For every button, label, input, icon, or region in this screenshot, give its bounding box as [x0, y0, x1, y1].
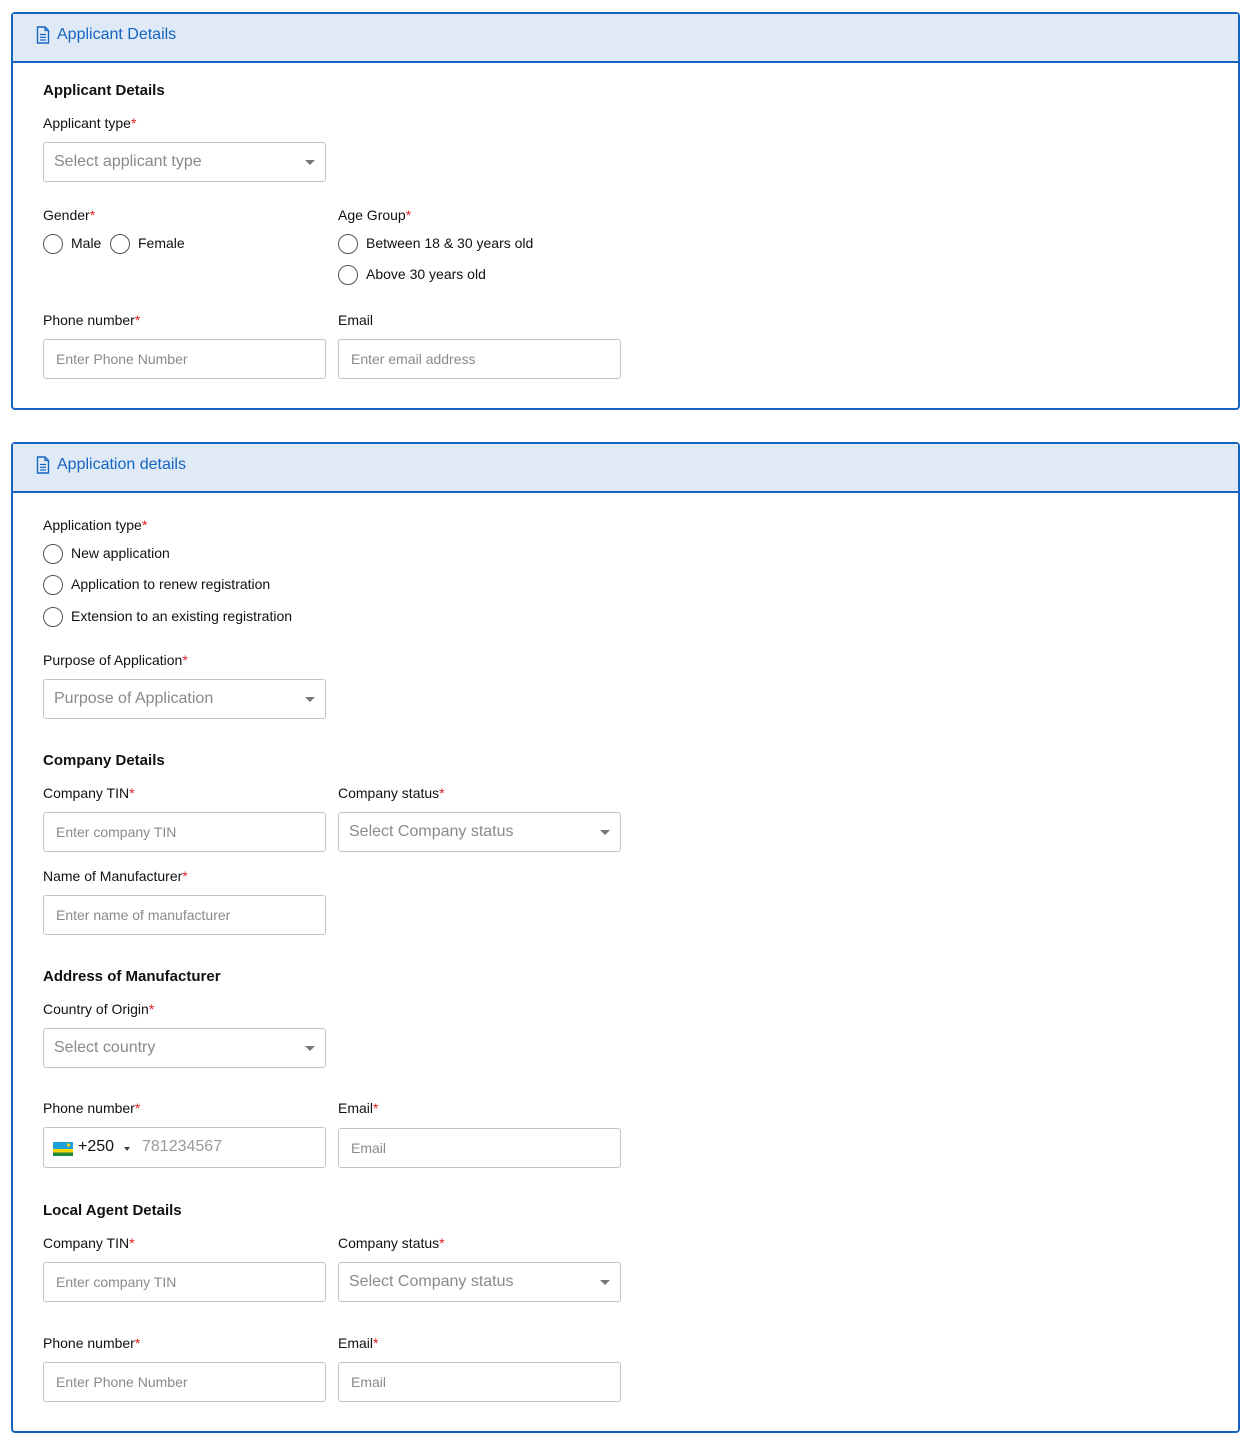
gender-male-label: Male	[71, 235, 102, 251]
extension-registration-radio[interactable]	[43, 607, 63, 627]
section-title: Applicant Details	[43, 82, 165, 99]
age-group-label: Age Group*	[338, 207, 412, 223]
chevron-down-icon	[305, 697, 315, 702]
application-details-header[interactable]: Application details	[13, 444, 1238, 493]
chevron-down-icon	[305, 160, 315, 165]
company-status-select[interactable]: Select Company status	[338, 812, 621, 852]
email-label: Email	[338, 312, 374, 328]
company-tin-input[interactable]: Enter company TIN	[43, 812, 326, 852]
age-18-30-label: Between 18 & 30 years old	[366, 235, 534, 251]
application-details-panel: Application details Application type* Ne…	[11, 442, 1240, 1433]
chevron-down-icon	[600, 1280, 610, 1285]
company-status-label: Company status*	[338, 785, 445, 801]
dial-code[interactable]: +250	[78, 1138, 114, 1156]
renew-registration-label: Application to renew registration	[71, 576, 271, 592]
manufacturer-email-input[interactable]: Email	[338, 1128, 621, 1168]
agent-email-label: Email*	[338, 1335, 379, 1351]
gender-label: Gender*	[43, 207, 96, 223]
manufacturer-email-label: Email*	[338, 1100, 379, 1116]
phone-number-label: Phone number*	[43, 312, 141, 328]
age-above-30-radio[interactable]	[338, 265, 358, 285]
manufacturer-phone-label: Phone number*	[43, 1100, 141, 1116]
phone-placeholder: 781234567	[142, 1138, 223, 1155]
document-icon	[36, 26, 50, 44]
chevron-down-icon[interactable]	[124, 1147, 130, 1151]
phone-number-input[interactable]: Enter Phone Number	[43, 339, 326, 379]
manufacturer-name-label: Name of Manufacturer*	[43, 868, 188, 884]
country-select[interactable]: Select country	[43, 1028, 326, 1068]
purpose-select[interactable]: Purpose of Application	[43, 679, 326, 719]
age-above-30-label: Above 30 years old	[366, 266, 486, 282]
new-application-radio[interactable]	[43, 544, 63, 564]
local-agent-title: Local Agent Details	[43, 1202, 182, 1219]
extension-registration-label: Extension to an existing registration	[71, 608, 293, 624]
applicant-type-select[interactable]: Select applicant type	[43, 142, 326, 182]
panel-title: Applicant Details	[57, 26, 177, 43]
gender-female-label: Female	[138, 235, 185, 251]
gender-male-radio[interactable]	[43, 234, 63, 254]
renew-registration-radio[interactable]	[43, 575, 63, 595]
chevron-down-icon	[600, 830, 610, 835]
agent-status-select[interactable]: Select Company status	[338, 1262, 621, 1302]
new-application-label: New application	[71, 545, 170, 561]
rwanda-flag-icon[interactable]	[53, 1142, 73, 1156]
agent-tin-input[interactable]: Enter company TIN	[43, 1262, 326, 1302]
country-label: Country of Origin*	[43, 1001, 155, 1017]
purpose-label: Purpose of Application*	[43, 652, 188, 668]
applicant-type-label: Applicant type*	[43, 115, 137, 131]
chevron-down-icon	[305, 1046, 315, 1051]
gender-female-radio[interactable]	[110, 234, 130, 254]
panel-title: Application details	[57, 456, 186, 473]
manufacturer-name-input[interactable]: Enter name of manufacturer	[43, 895, 326, 935]
applicant-details-panel: Applicant Details Applicant Details Appl…	[11, 12, 1240, 410]
age-18-30-radio[interactable]	[338, 234, 358, 254]
document-icon	[36, 456, 50, 474]
email-input[interactable]: Enter email address	[338, 339, 621, 379]
agent-email-input[interactable]: Email	[338, 1362, 621, 1402]
agent-tin-label: Company TIN*	[43, 1235, 135, 1251]
application-type-label: Application type*	[43, 517, 148, 533]
agent-status-label: Company status*	[338, 1235, 445, 1251]
manufacturer-phone-input[interactable]: +250 781234567	[43, 1127, 326, 1168]
company-tin-label: Company TIN*	[43, 785, 135, 801]
applicant-details-header[interactable]: Applicant Details	[13, 14, 1238, 63]
agent-phone-label: Phone number*	[43, 1335, 141, 1351]
address-title: Address of Manufacturer	[43, 968, 221, 985]
agent-phone-input[interactable]: Enter Phone Number	[43, 1362, 326, 1402]
company-details-title: Company Details	[43, 752, 165, 769]
